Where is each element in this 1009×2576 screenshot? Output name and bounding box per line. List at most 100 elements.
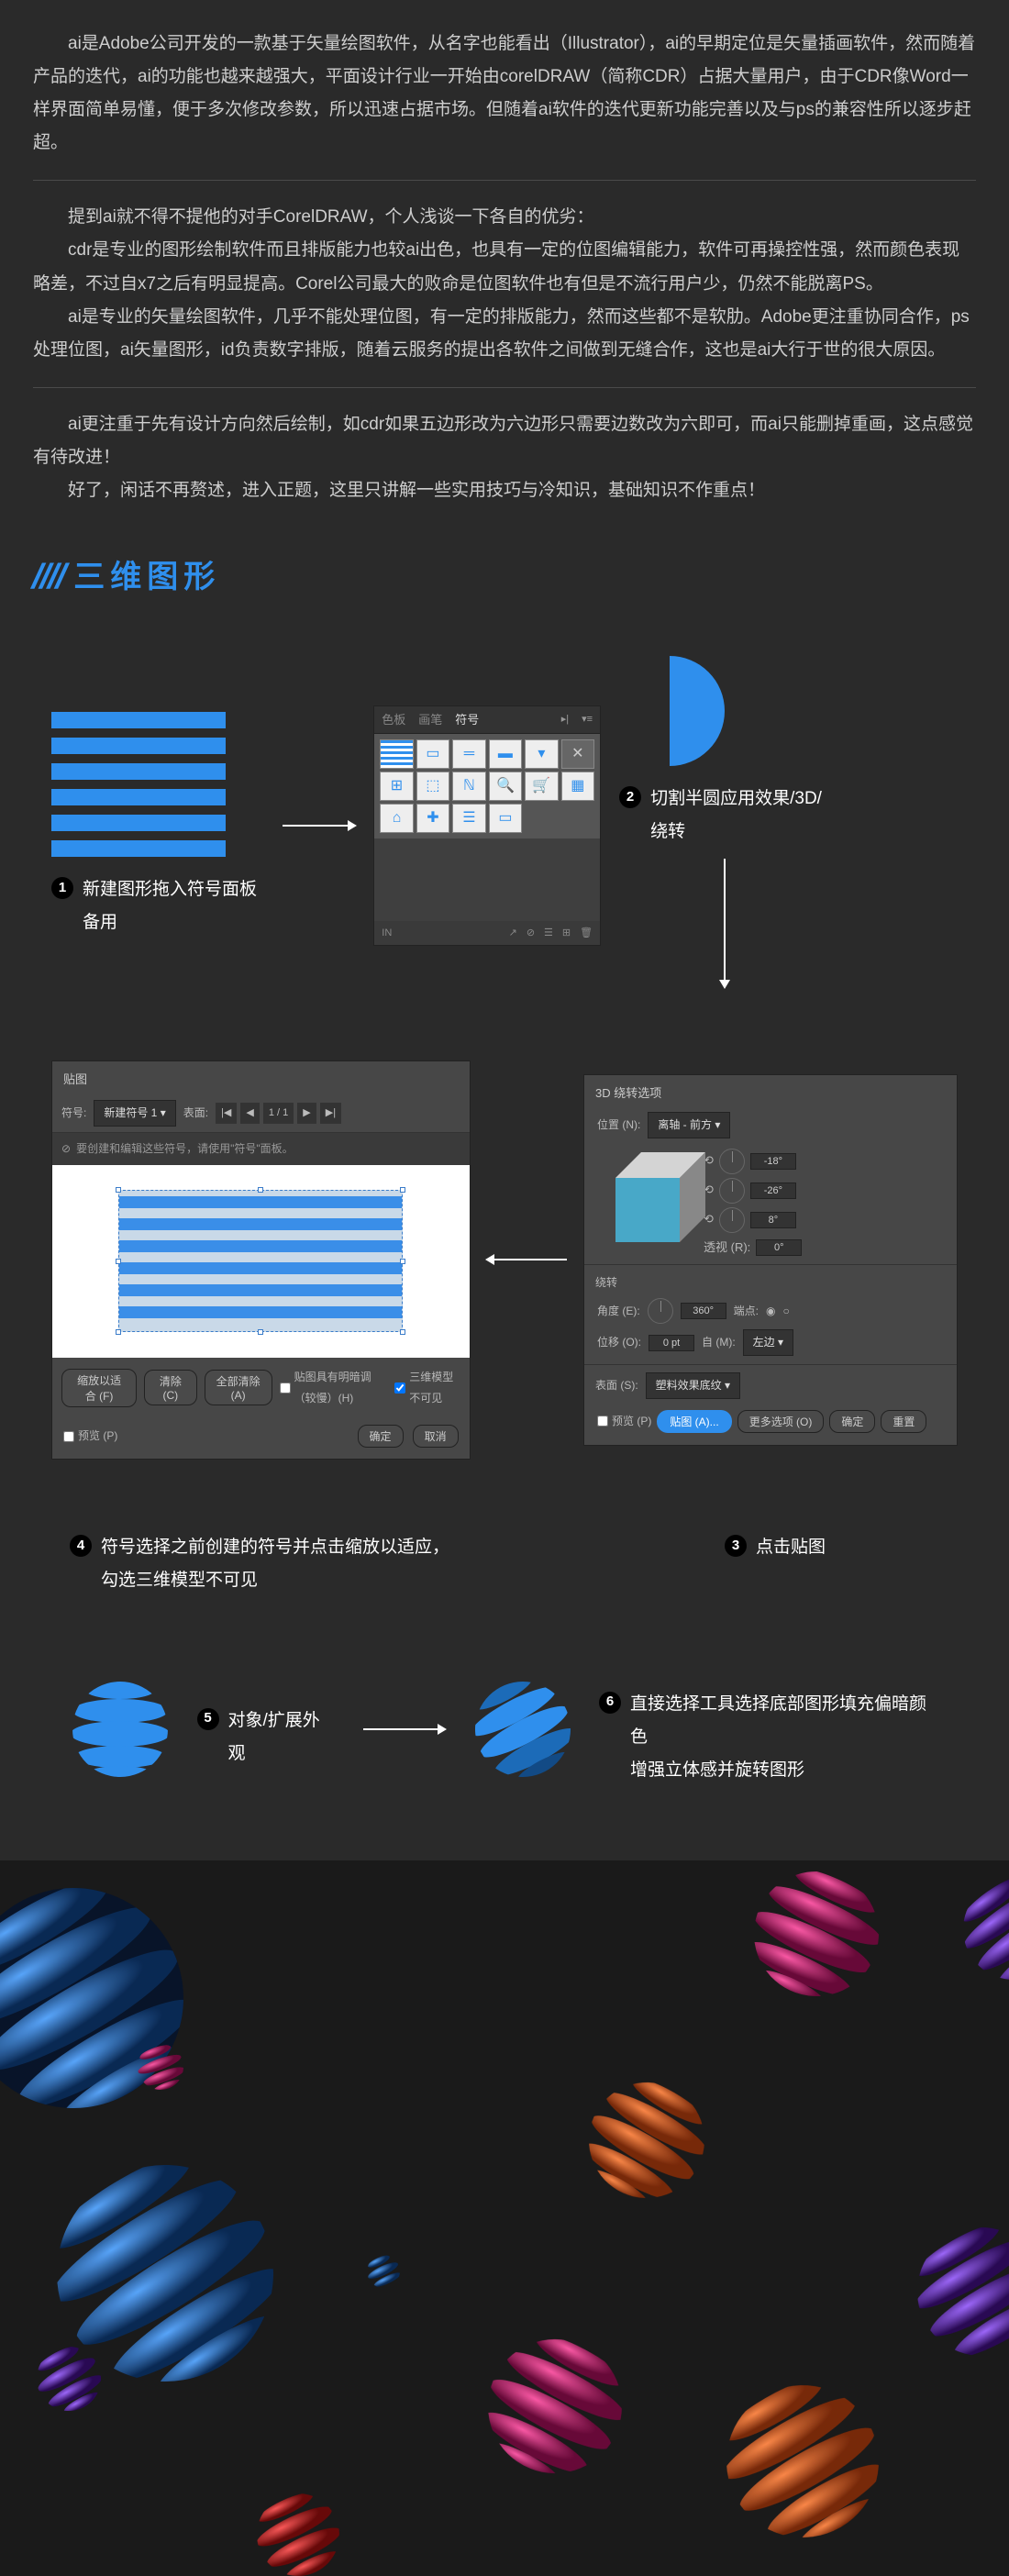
intro-paragraph: 提到ai就不得不提他的对手CorelDRAW，个人浅谈一下各自的优劣： <box>33 201 976 234</box>
symbol-item[interactable]: ✕ <box>561 739 594 769</box>
menu-icon[interactable]: ▾≡ <box>582 710 593 729</box>
symbol-item[interactable]: ▾ <box>525 739 558 769</box>
symbol-item[interactable]: ═ <box>452 739 485 769</box>
dial-y[interactable] <box>719 1178 745 1204</box>
revolve-angle-input[interactable] <box>681 1303 726 1319</box>
striped-sphere-flat <box>70 1679 170 1780</box>
clear-button[interactable]: 清除 (C) <box>144 1370 196 1405</box>
symbol-item[interactable]: ▭ <box>489 804 522 833</box>
preview-checkbox[interactable]: 预览 (P) <box>597 1411 651 1432</box>
more-options-button[interactable]: 更多选项 (O) <box>737 1410 825 1433</box>
cancel-button[interactable]: 取消 <box>413 1425 459 1448</box>
angle-y-input[interactable] <box>750 1183 796 1199</box>
step-row-2: 贴图 符号: 新建符号 1 ▾ 表面: |◀ ◀ 1 / 1 ▶ ▶| 要创建和… <box>33 1033 976 1488</box>
delete-icon[interactable]: 🗑 <box>580 924 593 943</box>
offset-label: 位移 (O): <box>597 1332 641 1353</box>
symbol-dropdown[interactable]: 新建符号 1 ▾ <box>94 1100 175 1127</box>
symbol-item[interactable]: ⊞ <box>380 772 413 801</box>
step-text: 勾选三维模型不可见 <box>101 1564 449 1597</box>
symbol-item[interactable]: ✚ <box>416 804 449 833</box>
intro-paragraph: cdr是专业的图形绘制软件而且排版能力也较ai出色，也具有一定的位图编辑能力，软… <box>33 234 976 300</box>
offset-input[interactable] <box>649 1335 694 1351</box>
tab-symbols[interactable]: 符号 <box>455 709 479 732</box>
step-badge: 5 <box>197 1708 219 1730</box>
tab-swatches[interactable]: 色板 <box>382 709 405 732</box>
intro-paragraph: ai更注重于先有设计方向然后绘制，如cdr如果五边形改为六边形只需要边数改为六即… <box>33 408 976 474</box>
new-icon[interactable]: ⊞ <box>562 924 571 943</box>
step-text: 增强立体感并旋转图形 <box>630 1754 939 1787</box>
dial-z[interactable] <box>719 1207 745 1233</box>
map-controls: 缩放以适合 (F) 清除 (C) 全部清除 (A) 贴图具有明暗调（较慢）(H)… <box>52 1358 470 1418</box>
symbol-item[interactable] <box>380 739 413 769</box>
step-text: 新建图形拖入符号面板备用 <box>83 873 264 939</box>
arrow-down-icon <box>724 859 726 987</box>
surface-pager[interactable]: |◀ ◀ 1 / 1 ▶ ▶| <box>216 1103 341 1124</box>
symbol-item[interactable]: ⬚ <box>416 772 449 801</box>
arrow-right-icon <box>283 825 356 827</box>
revolve-section: 绕转 <box>584 1264 957 1295</box>
fit-button[interactable]: 缩放以适合 (F) <box>61 1369 137 1407</box>
symbol-item[interactable]: ℕ <box>452 772 485 801</box>
step-5-label: 5 对象/扩展外观 <box>197 1704 336 1771</box>
position-row: 位置 (N): 离轴 - 前方 ▾ <box>584 1109 957 1141</box>
shade-checkbox[interactable]: 贴图具有明暗调（较慢）(H) <box>280 1367 388 1409</box>
from-dropdown[interactable]: 左边 ▾ <box>743 1329 793 1356</box>
stripes-graphic: 1 新建图形拖入符号面板备用 <box>51 712 264 939</box>
last-icon[interactable]: ▶| <box>320 1103 341 1124</box>
perspective-label: 透视 (R): <box>704 1237 750 1260</box>
cap-off-icon[interactable]: ○ <box>783 1301 790 1322</box>
step-badge: 6 <box>599 1692 621 1714</box>
striped-sphere-tilted <box>472 1679 572 1780</box>
prev-icon[interactable]: ◀ <box>240 1103 259 1124</box>
symbol-item[interactable]: 🔍 <box>489 772 522 801</box>
collapse-icon[interactable]: ▸| <box>561 710 569 729</box>
symbol-item[interactable]: ▬ <box>489 739 522 769</box>
preview-checkbox[interactable]: 预览 (P) <box>63 1425 117 1448</box>
cap-on-icon[interactable]: ◉ <box>766 1301 775 1322</box>
symbol-item[interactable]: ☰ <box>452 804 485 833</box>
library-icon[interactable]: IN <box>382 924 392 943</box>
ok-button[interactable]: 确定 <box>829 1410 875 1433</box>
article-content: ai是Adobe公司开发的一款基于矢量绘图软件，从名字也能看出（Illustra… <box>0 0 1009 1842</box>
step-text: 符号选择之前创建的符号并点击缩放以适应， <box>101 1531 449 1564</box>
section-title: //// 三维图形 <box>33 544 976 610</box>
panel-title: 贴图 <box>52 1061 470 1095</box>
first-icon[interactable]: |◀ <box>216 1103 237 1124</box>
symbol-item[interactable]: ▦ <box>561 772 594 801</box>
step-6-label: 6 直接选择工具选择底部图形填充偏暗颜色 增强立体感并旋转图形 <box>599 1688 939 1787</box>
cap-label: 端点: <box>734 1301 759 1322</box>
mapping-canvas[interactable] <box>52 1165 470 1358</box>
tab-brushes[interactable]: 画笔 <box>418 709 442 732</box>
symbol-item[interactable]: ⌂ <box>380 804 413 833</box>
dial-angle[interactable] <box>648 1298 673 1324</box>
half-circle-graphic <box>670 656 780 766</box>
invisible-checkbox[interactable]: 三维模型不可见 <box>394 1367 460 1409</box>
angle-z-input[interactable] <box>750 1212 796 1228</box>
break-link-icon[interactable]: ⊘ <box>527 924 535 943</box>
symbol-item[interactable]: 🛒 <box>525 772 558 801</box>
place-icon[interactable]: ↗ <box>509 924 517 943</box>
step-2-column: 2 切割半圆应用效果/3D/绕转 <box>619 656 958 995</box>
panel-footer: IN ↗ ⊘ ☰ ⊞ 🗑 <box>374 921 600 945</box>
map-art-button[interactable]: 贴图 (A)... <box>657 1410 731 1433</box>
step-text: 切割半圆应用效果/3D/绕转 <box>650 783 829 849</box>
arrow-right-icon <box>363 1728 445 1730</box>
dial-x[interactable] <box>719 1149 745 1174</box>
symbol-label: 符号: <box>61 1103 86 1124</box>
step-1-label: 1 新建图形拖入符号面板备用 <box>51 873 264 939</box>
next-icon[interactable]: ▶ <box>297 1103 316 1124</box>
clear-all-button[interactable]: 全部清除 (A) <box>205 1370 272 1405</box>
ok-button[interactable]: 确定 <box>358 1425 404 1448</box>
position-dropdown[interactable]: 离轴 - 前方 ▾ <box>648 1112 730 1138</box>
step-2-label: 2 切割半圆应用效果/3D/绕转 <box>619 783 829 849</box>
perspective-input[interactable] <box>756 1239 802 1256</box>
options-icon[interactable]: ☰ <box>544 924 553 943</box>
surface-dropdown[interactable]: 塑料效果底纹 ▾ <box>646 1372 740 1399</box>
map-header: 符号: 新建符号 1 ▾ 表面: |◀ ◀ 1 / 1 ▶ ▶| <box>52 1094 470 1133</box>
angle-x-input[interactable] <box>750 1153 796 1170</box>
panel-tabs: 色板 画笔 符号 ▸| ▾≡ <box>374 706 600 734</box>
symbol-item[interactable]: ▭ <box>416 739 449 769</box>
reset-button[interactable]: 重置 <box>881 1410 926 1433</box>
step-row-4: 5 对象/扩展外观 6 直接选择工具选择底部图形填充偏暗颜色 增强立体感并旋转图… <box>33 1671 976 1842</box>
3d-cube-preview[interactable] <box>603 1149 694 1240</box>
